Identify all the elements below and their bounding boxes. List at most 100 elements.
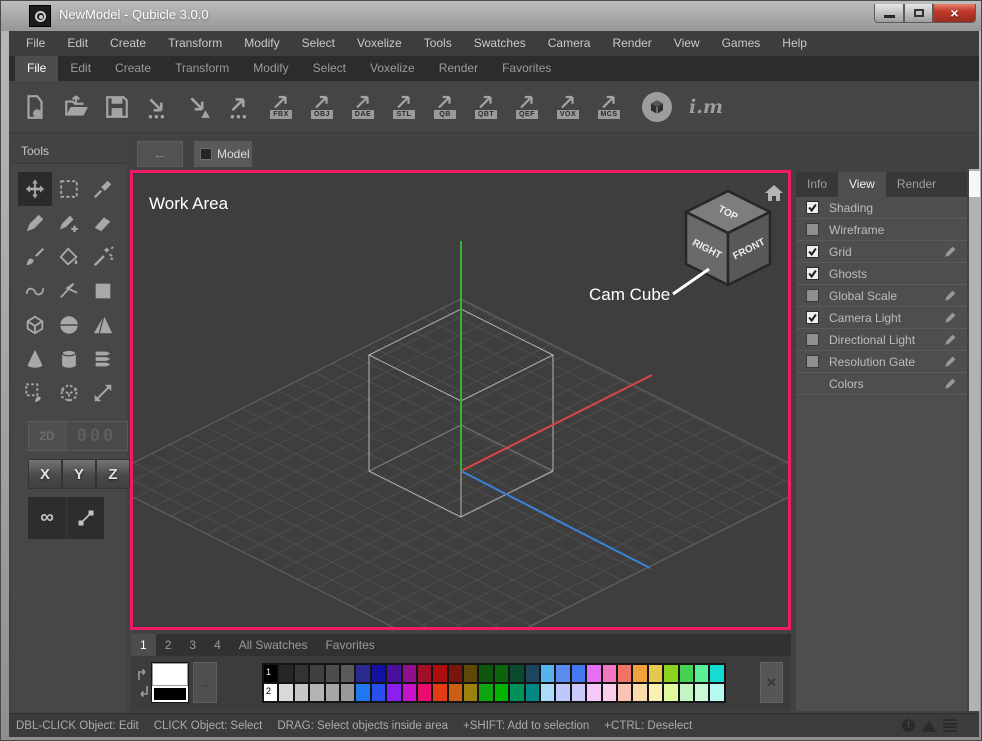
palette-swatch[interactable]: [709, 683, 724, 702]
tab-model[interactable]: Model: [194, 141, 252, 167]
palette-swatch[interactable]: [294, 683, 309, 702]
palette-swatch[interactable]: [340, 664, 355, 683]
menu-item-edit[interactable]: Edit: [56, 31, 99, 56]
save-button[interactable]: [103, 90, 131, 124]
viewport-3d[interactable]: TOP RIGHT FRONT Work Area Cam Cube: [133, 173, 788, 627]
swatch-tab-favorites[interactable]: Favorites: [316, 634, 383, 656]
palette-swatch[interactable]: [509, 683, 524, 702]
tool-brush-button[interactable]: [18, 240, 52, 274]
menu-item-swatches[interactable]: Swatches: [463, 31, 537, 56]
palette-swatch[interactable]: [555, 683, 570, 702]
export-obj-button[interactable]: OBJ: [308, 90, 336, 124]
export-qbt-button[interactable]: QBT: [472, 90, 500, 124]
context-tab-render[interactable]: Render: [427, 56, 490, 81]
palette-swatch[interactable]: [448, 683, 463, 702]
menu-item-file[interactable]: File: [15, 31, 56, 56]
palette-swatch[interactable]: [679, 683, 694, 702]
palette-swatch[interactable]: [463, 664, 478, 683]
mask-mirror-button[interactable]: ∞: [28, 497, 66, 539]
tool-move-button[interactable]: [18, 172, 52, 206]
primary-color-swatch[interactable]: [152, 663, 188, 686]
palette-swatch[interactable]: [417, 664, 432, 683]
axis-z-button[interactable]: Z: [96, 459, 130, 489]
edit-pencil-icon[interactable]: [944, 289, 957, 307]
tool-box-button[interactable]: [18, 308, 52, 342]
palette-swatch[interactable]: 1: [263, 664, 278, 683]
menu-item-camera[interactable]: Camera: [537, 31, 602, 56]
import-mesh-button[interactable]: [185, 90, 213, 124]
palette-swatch[interactable]: [402, 683, 417, 702]
checkbox-ghosts[interactable]: [806, 267, 819, 280]
swatch-tab-3[interactable]: 3: [180, 634, 205, 656]
edit-pencil-icon[interactable]: [944, 311, 957, 329]
checkbox-shading[interactable]: [806, 201, 819, 214]
sketchfab-publish-button[interactable]: [642, 92, 672, 122]
palette-swatch[interactable]: [525, 664, 540, 683]
menu-item-help[interactable]: Help: [771, 31, 818, 56]
palette-swatch[interactable]: [555, 664, 570, 683]
tool-cone-button[interactable]: [18, 342, 52, 376]
palette-swatch[interactable]: [294, 664, 309, 683]
tool-eraser-button[interactable]: [86, 206, 120, 240]
tool-rectangle-select-button[interactable]: [52, 172, 86, 206]
menu-item-games[interactable]: Games: [711, 31, 772, 56]
tool-magic-wand-button[interactable]: [86, 240, 120, 274]
tool-polyline-button[interactable]: [52, 274, 86, 308]
palette-swatch[interactable]: [278, 683, 293, 702]
palette-swatch[interactable]: [694, 683, 709, 702]
palette-swatch[interactable]: [586, 683, 601, 702]
edit-pencil-icon[interactable]: [944, 377, 957, 395]
palette-swatch[interactable]: [571, 664, 586, 683]
new-model-button[interactable]: [21, 90, 49, 124]
palette-swatch[interactable]: [340, 683, 355, 702]
swatch-tab-1[interactable]: 1: [131, 634, 156, 656]
swatch-tab-4[interactable]: 4: [205, 634, 230, 656]
menu-item-view[interactable]: View: [663, 31, 711, 56]
palette-swatch[interactable]: [448, 664, 463, 683]
context-tab-voxelize[interactable]: Voxelize: [358, 56, 427, 81]
scrollbar-thumb[interactable]: [969, 171, 980, 197]
color-preview[interactable]: [151, 662, 189, 703]
tool-pencil-add-button[interactable]: [52, 206, 86, 240]
palette-swatch[interactable]: [325, 683, 340, 702]
palette-swatch[interactable]: [478, 683, 493, 702]
tool-pyramid-button[interactable]: [86, 308, 120, 342]
palette-swatch[interactable]: [586, 664, 601, 683]
remove-swatch-button[interactable]: ✕: [760, 662, 783, 703]
palette-swatch[interactable]: [309, 664, 324, 683]
palette-swatch[interactable]: [694, 664, 709, 683]
back-button[interactable]: ←: [137, 141, 183, 167]
export-button[interactable]: [226, 90, 254, 124]
axis-y-button[interactable]: Y: [62, 459, 96, 489]
line-mode-button[interactable]: [66, 497, 104, 539]
palette-swatch[interactable]: [540, 683, 555, 702]
checkbox-global-scale[interactable]: [806, 289, 819, 302]
tool-scale-button[interactable]: [86, 376, 120, 410]
context-tab-modify[interactable]: Modify: [241, 56, 300, 81]
edit-pencil-icon[interactable]: [944, 355, 957, 373]
log-menu-icon[interactable]: [943, 719, 957, 732]
palette-swatch[interactable]: [663, 683, 678, 702]
maximize-button[interactable]: [904, 4, 933, 23]
minimize-button[interactable]: [874, 4, 904, 23]
tool-select-volume-button[interactable]: [52, 376, 86, 410]
palette-swatch[interactable]: [355, 664, 370, 683]
warning-icon[interactable]: [922, 720, 936, 732]
checkbox-camera-light[interactable]: [806, 311, 819, 324]
palette-swatch[interactable]: [371, 683, 386, 702]
menu-item-render[interactable]: Render: [601, 31, 662, 56]
menu-item-modify[interactable]: Modify: [233, 31, 290, 56]
panel-tab-view[interactable]: View: [838, 172, 886, 197]
tool-sphere-button[interactable]: [52, 308, 86, 342]
context-tab-edit[interactable]: Edit: [58, 56, 103, 81]
tool-pencil-button[interactable]: [18, 206, 52, 240]
cam-cube[interactable]: [686, 191, 770, 285]
palette-swatch[interactable]: [325, 664, 340, 683]
palette-swatch[interactable]: [509, 664, 524, 683]
palette-swatch[interactable]: [602, 664, 617, 683]
panel-tab-render[interactable]: Render: [886, 172, 947, 197]
palette-swatch[interactable]: [371, 664, 386, 683]
info-icon[interactable]: !: [902, 719, 915, 732]
mode-2d-button[interactable]: 2D: [28, 421, 66, 451]
export-stl-button[interactable]: STL: [390, 90, 418, 124]
